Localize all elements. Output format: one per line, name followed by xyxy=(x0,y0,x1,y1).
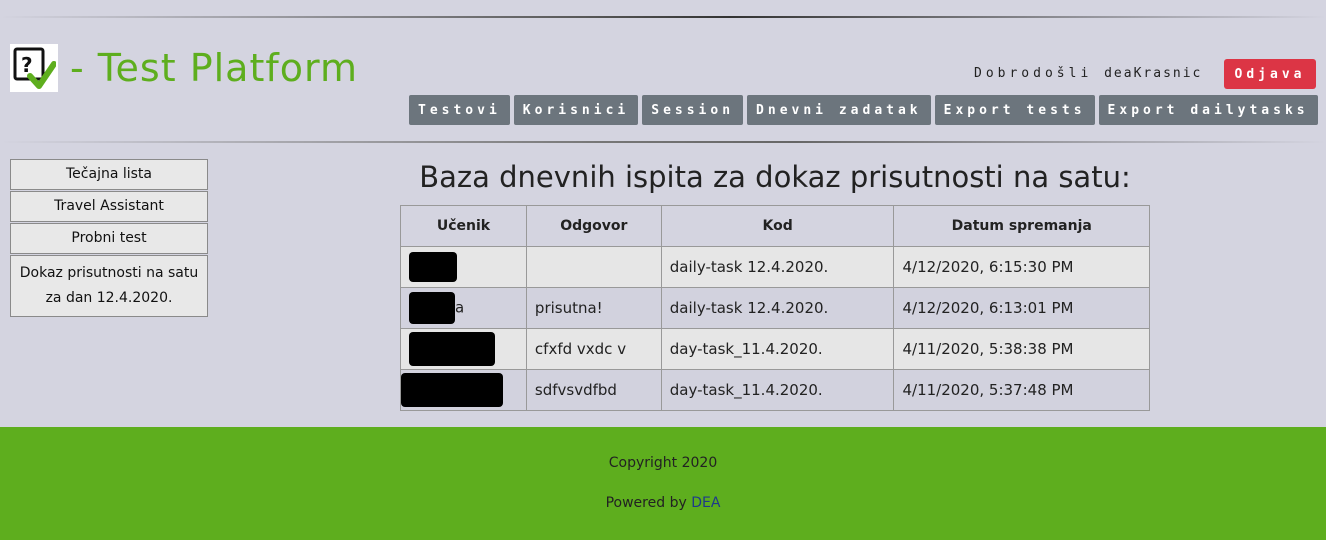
student-cell: a xyxy=(400,287,527,329)
date-cell: 4/12/2020, 6:15:30 PM xyxy=(893,246,1150,288)
nav-tests-button[interactable]: Testovi xyxy=(409,95,510,125)
nav-daily-task-button[interactable]: Dnevni zadatak xyxy=(747,95,931,125)
column-header-answer: Odgovor xyxy=(525,205,662,247)
page-title: Baza dnevnih ispita za dokaz prisutnosti… xyxy=(419,160,1131,194)
logout-button[interactable]: Odjava xyxy=(1224,59,1316,89)
answer-cell: cfxfd vxdc v xyxy=(525,328,662,370)
answer-cell: prisutna! xyxy=(525,287,662,329)
date-cell: 4/12/2020, 6:13:01 PM xyxy=(893,287,1150,329)
table-row: a prisutna! daily-task 12.4.2020. 4/12/2… xyxy=(400,287,1150,329)
student-cell xyxy=(400,369,527,411)
table-row: cfxfd vxdc v day-task_11.4.2020. 4/11/20… xyxy=(400,328,1150,370)
daily-exams-table: Učenik Odgovor Kod Datum spremanja daily… xyxy=(400,205,1150,411)
dea-link[interactable]: DEA xyxy=(691,495,720,511)
nav-export-tests-button[interactable]: Export tests xyxy=(934,95,1095,125)
code-cell: daily-task 12.4.2020. xyxy=(660,246,895,288)
sidebar-item-attendance-proof[interactable]: Dokaz prisutnosti na satu za dan 12.4.20… xyxy=(10,255,208,317)
column-header-student: Učenik xyxy=(400,205,527,247)
column-header-code: Kod xyxy=(660,205,895,247)
student-name-fragment: a xyxy=(455,298,465,317)
table-row: sdfvsvdfbd day-task_11.4.2020. 4/11/2020… xyxy=(400,369,1150,411)
column-header-date: Datum spremanja xyxy=(893,205,1150,247)
redacted-name xyxy=(409,292,455,324)
sidebar: Tečajna lista Travel Assistant Probni te… xyxy=(10,159,208,318)
nav-session-button[interactable]: Session xyxy=(642,95,744,125)
nav-users-button[interactable]: Korisnici xyxy=(513,95,639,125)
redacted-name xyxy=(409,252,457,282)
code-cell: day-task_11.4.2020. xyxy=(660,328,895,370)
welcome-text: Dobrodošli deaKrasnic xyxy=(974,66,1202,81)
code-cell: day-task_11.4.2020. xyxy=(660,369,895,411)
nav-export-dailytasks-button[interactable]: Export dailytasks xyxy=(1098,95,1318,125)
copyright-text: Copyright 2020 xyxy=(608,455,718,471)
footer: Copyright 2020 Powered by DEA xyxy=(0,427,1326,540)
powered-by-label: Powered by xyxy=(605,495,687,511)
sidebar-item-practice-test[interactable]: Probni test xyxy=(10,223,208,254)
answer-cell xyxy=(525,246,662,288)
main-nav: Testovi Korisnici Session Dnevni zadatak… xyxy=(409,95,1318,125)
date-cell: 4/11/2020, 5:37:48 PM xyxy=(893,369,1150,411)
welcome-label: Dobrodošli xyxy=(974,66,1093,81)
redacted-name xyxy=(401,373,503,407)
question-check-logo-icon: ? xyxy=(10,44,58,92)
sidebar-item-exchange-rates[interactable]: Tečajna lista xyxy=(10,159,208,190)
student-cell xyxy=(400,246,527,288)
code-cell: daily-task 12.4.2020. xyxy=(660,287,895,329)
username: deaKrasnic xyxy=(1104,66,1203,81)
top-divider xyxy=(0,16,1326,18)
student-cell xyxy=(400,328,527,370)
sidebar-item-travel-assistant[interactable]: Travel Assistant xyxy=(10,191,208,222)
brand[interactable]: ? - Test Platform xyxy=(10,44,358,92)
table-row: daily-task 12.4.2020. 4/12/2020, 6:15:30… xyxy=(400,246,1150,288)
answer-cell: sdfvsvdfbd xyxy=(525,369,662,411)
brand-title: - Test Platform xyxy=(70,46,358,90)
powered-by: Powered by DEA xyxy=(0,495,1326,511)
header-divider xyxy=(0,141,1326,143)
table-header-row: Učenik Odgovor Kod Datum spremanja xyxy=(400,205,1150,247)
redacted-name xyxy=(409,332,495,366)
date-cell: 4/11/2020, 5:38:38 PM xyxy=(893,328,1150,370)
